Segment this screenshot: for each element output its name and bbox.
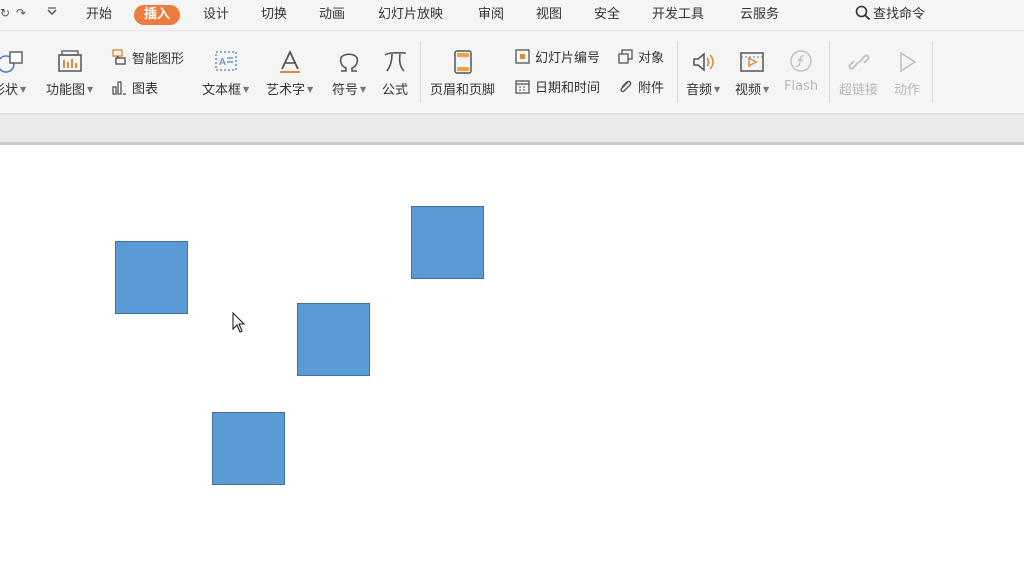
function-chart-icon [46, 49, 93, 75]
attachment-button[interactable]: 附件 [617, 78, 664, 98]
ribbon-divider [420, 41, 421, 103]
slide-number-button[interactable]: 幻灯片编号 [514, 48, 600, 68]
flash-button[interactable]: Flash [784, 49, 818, 94]
object-button[interactable]: 对象 [617, 48, 664, 68]
ribbon-divider [829, 41, 830, 103]
speaker-icon [686, 49, 720, 75]
tab-cloud[interactable]: 云服务 [740, 5, 779, 25]
word-art-button[interactable]: 艺术字 ▼ [266, 49, 313, 98]
search-label: 查找命令 [873, 7, 926, 22]
chart-button[interactable]: 图表 [110, 78, 158, 98]
square-shape-4[interactable] [212, 412, 285, 485]
tab-view[interactable]: 视图 [536, 5, 562, 25]
redo-partial-icon[interactable]: ↻ [0, 6, 10, 20]
flash-icon [784, 49, 818, 75]
date-time-label: 日期和时间 [535, 81, 601, 96]
chevron-down-icon: ▼ [307, 85, 314, 94]
menu-bar: ↻ ↷ 开始 插入 设计 切换 动画 幻灯片放映 审阅 视图 安全 开发工具 云… [0, 0, 1024, 31]
word-art-label: 艺术字 [266, 83, 306, 98]
slide-number-label: 幻灯片编号 [535, 51, 601, 66]
pi-icon [381, 49, 409, 75]
video-label: 视频 [735, 83, 762, 98]
smart-art-icon [112, 49, 126, 65]
smart-art-button[interactable]: 智能图形 [110, 48, 184, 68]
chevron-down-icon: ▼ [243, 85, 250, 94]
tab-transition[interactable]: 切换 [261, 5, 287, 25]
header-footer-icon [430, 49, 495, 75]
hyperlink-button[interactable]: 超链接 [839, 49, 878, 98]
omega-icon [332, 49, 366, 75]
square-shape-3[interactable] [297, 303, 370, 376]
video-button[interactable]: 视频 ▼ [735, 49, 769, 98]
function-chart-button[interactable]: 功能图 ▼ [46, 49, 93, 98]
mouse-cursor-icon [232, 311, 246, 338]
tab-review[interactable]: 审阅 [478, 5, 504, 25]
paperclip-icon [620, 80, 632, 93]
search-command[interactable]: 查找命令 [855, 5, 925, 25]
slide-canvas[interactable] [0, 145, 1024, 588]
calendar-icon [515, 80, 530, 94]
action-button[interactable]: 动作 [893, 49, 921, 98]
video-icon [735, 49, 769, 75]
ribbon-divider [677, 41, 678, 103]
tab-developer[interactable]: 开发工具 [652, 5, 704, 25]
shape-label: 形状 [0, 83, 19, 98]
chart-icon [112, 81, 126, 95]
header-footer-button[interactable]: 页眉和页脚 [430, 49, 495, 98]
tab-slideshow[interactable]: 幻灯片放映 [378, 5, 443, 25]
tab-animation[interactable]: 动画 [319, 5, 345, 25]
flash-label: Flash [784, 79, 819, 94]
chevron-down-icon: ▼ [763, 85, 770, 94]
chevron-down-icon: ▼ [87, 85, 94, 94]
action-label: 动作 [893, 83, 920, 98]
workspace-top-band [0, 114, 1024, 142]
square-shape-1[interactable] [115, 241, 188, 314]
symbol-button[interactable]: 符号 ▼ [332, 49, 366, 98]
shape-icon [0, 49, 26, 75]
header-footer-label: 页眉和页脚 [430, 83, 496, 98]
chart-label: 图表 [132, 82, 159, 97]
redo-icon[interactable]: ↷ [16, 6, 26, 20]
svg-text:A: A [219, 57, 226, 68]
symbol-label: 符号 [332, 83, 359, 98]
play-icon [893, 49, 921, 75]
formula-label: 公式 [381, 83, 408, 98]
tab-home[interactable]: 开始 [86, 5, 112, 25]
function-chart-label: 功能图 [46, 83, 86, 98]
attachment-label: 附件 [638, 81, 665, 96]
text-box-button[interactable]: A 文本框 ▼ [202, 49, 249, 98]
word-art-icon [266, 49, 313, 75]
slide-number-icon [515, 49, 530, 64]
date-time-button[interactable]: 日期和时间 [514, 78, 600, 98]
shape-button[interactable]: 形状▼ [0, 49, 26, 98]
ribbon-divider [932, 41, 933, 103]
object-icon [618, 49, 633, 64]
square-shape-2[interactable] [411, 206, 484, 279]
tab-design[interactable]: 设计 [203, 5, 229, 25]
chevron-down-icon: ▼ [20, 85, 27, 94]
text-box-label: 文本框 [202, 83, 242, 98]
tab-security[interactable]: 安全 [594, 5, 620, 25]
hyperlink-label: 超链接 [839, 83, 879, 98]
object-label: 对象 [638, 51, 665, 66]
audio-label: 音频 [686, 83, 713, 98]
smart-art-label: 智能图形 [132, 52, 185, 67]
formula-button[interactable]: 公式 [381, 49, 409, 98]
link-icon [839, 49, 878, 75]
ribbon-toolbar: 形状▼ 功能图▼ 智能图形 图表 A 文本框▼ 艺术字▼ 符号▼ [0, 31, 1024, 114]
audio-button[interactable]: 音频 ▼ [686, 49, 720, 98]
quick-access-dropdown-icon[interactable] [46, 6, 58, 21]
text-box-icon: A [202, 49, 249, 75]
tab-insert[interactable]: 插入 [134, 5, 181, 25]
chevron-down-icon: ▼ [360, 85, 367, 94]
search-icon [855, 5, 871, 21]
chevron-down-icon: ▼ [714, 85, 721, 94]
